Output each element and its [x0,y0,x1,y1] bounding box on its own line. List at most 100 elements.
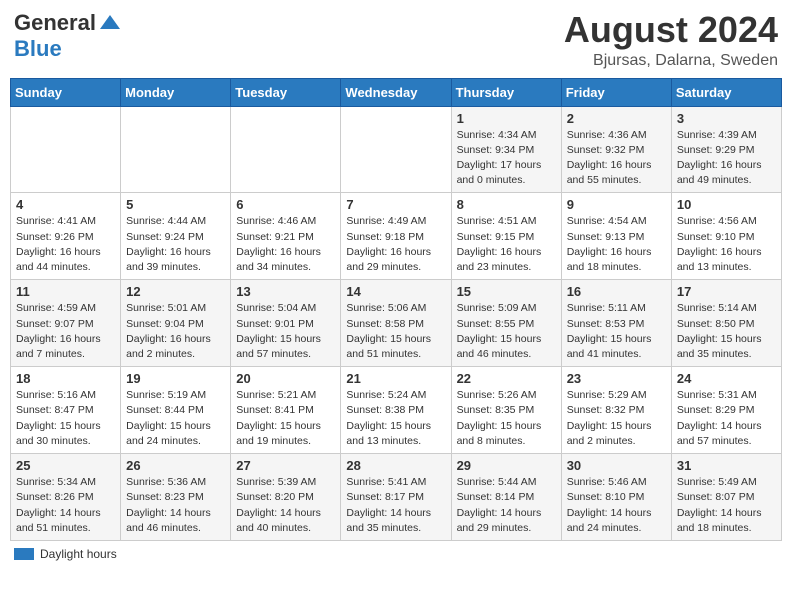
calendar-cell: 9Sunrise: 4:54 AMSunset: 9:13 PMDaylight… [561,193,671,280]
day-number: 30 [567,458,666,473]
col-header-sunday: Sunday [11,78,121,106]
col-header-friday: Friday [561,78,671,106]
col-header-monday: Monday [121,78,231,106]
calendar-cell [231,106,341,193]
day-info: Sunrise: 5:01 AMSunset: 9:04 PMDaylight:… [126,301,225,362]
day-number: 4 [16,197,115,212]
calendar-cell: 6Sunrise: 4:46 AMSunset: 9:21 PMDaylight… [231,193,341,280]
day-number: 5 [126,197,225,212]
day-info: Sunrise: 4:56 AMSunset: 9:10 PMDaylight:… [677,214,776,275]
day-info: Sunrise: 4:41 AMSunset: 9:26 PMDaylight:… [16,214,115,275]
calendar-week-row: 1 Sunrise: 4:34 AMSunset: 9:34 PMDaylight… [11,106,782,193]
day-number: 13 [236,284,335,299]
calendar-week-row: 4 Sunrise: 4:41 AMSunset: 9:26 PMDaylight… [11,193,782,280]
legend-label: Daylight hours [40,547,117,561]
day-number: 18 [16,371,115,386]
day-number: 10 [677,197,776,212]
calendar-cell: 10 Sunrise: 4:56 AMSunset: 9:10 PMDayligh… [671,193,781,280]
calendar-cell: 8Sunrise: 4:51 AMSunset: 9:15 PMDaylight… [451,193,561,280]
calendar-week-row: 25 Sunrise: 5:34 AMSunset: 8:26 PMDayligh… [11,454,782,541]
day-info: Sunrise: 5:21 AMSunset: 8:41 PMDaylight:… [236,388,335,449]
legend: Daylight hours [10,547,782,561]
day-number: 21 [346,371,445,386]
day-info: Sunrise: 5:36 AMSunset: 8:23 PMDaylight:… [126,475,225,536]
calendar-cell [11,106,121,193]
col-header-wednesday: Wednesday [341,78,451,106]
calendar-cell: 24 Sunrise: 5:31 AMSunset: 8:29 PMDayligh… [671,367,781,454]
calendar-cell: 11 Sunrise: 4:59 AMSunset: 9:07 PMDayligh… [11,280,121,367]
calendar-cell: 16Sunrise: 5:11 AMSunset: 8:53 PMDayligh… [561,280,671,367]
logo-icon [98,11,122,35]
title-area: August 2024 Bjursas, Dalarna, Sweden [564,10,778,70]
day-info: Sunrise: 5:14 AMSunset: 8:50 PMDaylight:… [677,301,776,362]
day-info: Sunrise: 5:41 AMSunset: 8:17 PMDaylight:… [346,475,445,536]
col-header-thursday: Thursday [451,78,561,106]
day-info: Sunrise: 5:09 AMSunset: 8:55 PMDaylight:… [457,301,556,362]
day-info: Sunrise: 4:59 AMSunset: 9:07 PMDaylight:… [16,301,115,362]
day-info: Sunrise: 4:34 AMSunset: 9:34 PMDaylight:… [457,128,556,189]
day-number: 1 [457,111,556,126]
calendar-cell: 5 Sunrise: 4:44 AMSunset: 9:24 PMDaylight… [121,193,231,280]
logo: General Blue [14,10,122,62]
day-info: Sunrise: 4:46 AMSunset: 9:21 PMDaylight:… [236,214,335,275]
calendar-cell: 31Sunrise: 5:49 AMSunset: 8:07 PMDayligh… [671,454,781,541]
day-number: 29 [457,458,556,473]
day-number: 25 [16,458,115,473]
calendar-cell: 17Sunrise: 5:14 AMSunset: 8:50 PMDayligh… [671,280,781,367]
calendar-cell: 20Sunrise: 5:21 AMSunset: 8:41 PMDayligh… [231,367,341,454]
day-number: 8 [457,197,556,212]
day-info: Sunrise: 5:26 AMSunset: 8:35 PMDaylight:… [457,388,556,449]
calendar: SundayMondayTuesdayWednesdayThursdayFrid… [10,78,782,541]
location: Bjursas, Dalarna, Sweden [564,52,778,70]
day-number: 24 [677,371,776,386]
day-info: Sunrise: 5:29 AMSunset: 8:32 PMDaylight:… [567,388,666,449]
calendar-cell: 28Sunrise: 5:41 AMSunset: 8:17 PMDayligh… [341,454,451,541]
day-info: Sunrise: 4:39 AMSunset: 9:29 PMDaylight:… [677,128,776,189]
day-info: Sunrise: 5:16 AMSunset: 8:47 PMDaylight:… [16,388,115,449]
calendar-cell: 2Sunrise: 4:36 AMSunset: 9:32 PMDaylight… [561,106,671,193]
day-number: 3 [677,111,776,126]
calendar-cell: 27Sunrise: 5:39 AMSunset: 8:20 PMDayligh… [231,454,341,541]
calendar-week-row: 18 Sunrise: 5:16 AMSunset: 8:47 PMDayligh… [11,367,782,454]
logo-general-text: General [14,10,96,36]
calendar-cell: 26Sunrise: 5:36 AMSunset: 8:23 PMDayligh… [121,454,231,541]
calendar-cell: 23 Sunrise: 5:29 AMSunset: 8:32 PMDayligh… [561,367,671,454]
day-number: 7 [346,197,445,212]
calendar-week-row: 11 Sunrise: 4:59 AMSunset: 9:07 PMDayligh… [11,280,782,367]
day-info: Sunrise: 4:36 AMSunset: 9:32 PMDaylight:… [567,128,666,189]
calendar-cell: 30Sunrise: 5:46 AMSunset: 8:10 PMDayligh… [561,454,671,541]
calendar-cell: 22Sunrise: 5:26 AMSunset: 8:35 PMDayligh… [451,367,561,454]
day-number: 14 [346,284,445,299]
day-number: 9 [567,197,666,212]
day-number: 31 [677,458,776,473]
day-number: 15 [457,284,556,299]
calendar-cell: 3 Sunrise: 4:39 AMSunset: 9:29 PMDaylight… [671,106,781,193]
calendar-cell: 19 Sunrise: 5:19 AMSunset: 8:44 PMDayligh… [121,367,231,454]
logo-blue-text: Blue [14,36,62,61]
day-number: 19 [126,371,225,386]
calendar-cell: 1 Sunrise: 4:34 AMSunset: 9:34 PMDaylight… [451,106,561,193]
day-number: 12 [126,284,225,299]
day-info: Sunrise: 5:11 AMSunset: 8:53 PMDaylight:… [567,301,666,362]
calendar-cell: 21 Sunrise: 5:24 AMSunset: 8:38 PMDayligh… [341,367,451,454]
calendar-cell: 18 Sunrise: 5:16 AMSunset: 8:47 PMDayligh… [11,367,121,454]
calendar-cell: 25 Sunrise: 5:34 AMSunset: 8:26 PMDayligh… [11,454,121,541]
calendar-cell: 14Sunrise: 5:06 AMSunset: 8:58 PMDayligh… [341,280,451,367]
calendar-cell: 13 Sunrise: 5:04 AMSunset: 9:01 PMDayligh… [231,280,341,367]
day-info: Sunrise: 5:04 AMSunset: 9:01 PMDaylight:… [236,301,335,362]
calendar-cell: 29Sunrise: 5:44 AMSunset: 8:14 PMDayligh… [451,454,561,541]
day-number: 23 [567,371,666,386]
day-info: Sunrise: 4:44 AMSunset: 9:24 PMDaylight:… [126,214,225,275]
calendar-cell [341,106,451,193]
day-info: Sunrise: 5:34 AMSunset: 8:26 PMDaylight:… [16,475,115,536]
day-info: Sunrise: 5:31 AMSunset: 8:29 PMDaylight:… [677,388,776,449]
day-info: Sunrise: 5:24 AMSunset: 8:38 PMDaylight:… [346,388,445,449]
col-header-tuesday: Tuesday [231,78,341,106]
month-year: August 2024 [564,10,778,50]
day-info: Sunrise: 5:39 AMSunset: 8:20 PMDaylight:… [236,475,335,536]
header: General Blue August 2024 Bjursas, Dalarn… [10,10,782,70]
calendar-cell: 12 Sunrise: 5:01 AMSunset: 9:04 PMDayligh… [121,280,231,367]
calendar-cell: 7Sunrise: 4:49 AMSunset: 9:18 PMDaylight… [341,193,451,280]
day-number: 11 [16,284,115,299]
day-info: Sunrise: 5:19 AMSunset: 8:44 PMDaylight:… [126,388,225,449]
